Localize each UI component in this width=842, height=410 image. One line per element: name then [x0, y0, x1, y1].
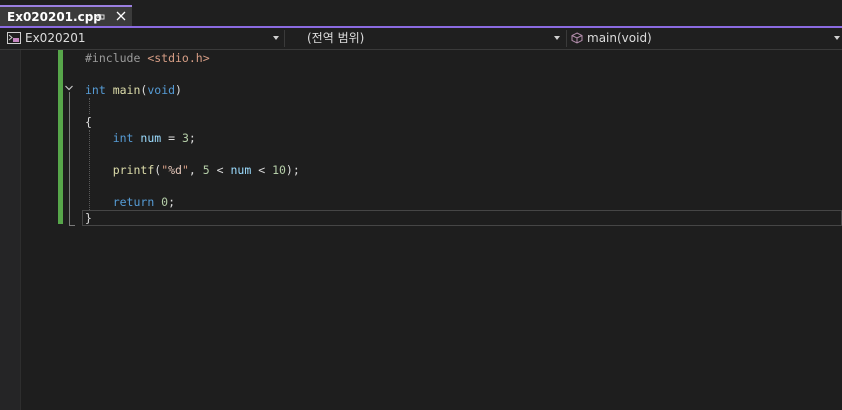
code-token: { — [85, 115, 92, 129]
indent-guide — [89, 98, 90, 114]
project-dropdown[interactable]: Ex020201 — [0, 28, 283, 49]
chevron-down-icon[interactable] — [273, 36, 279, 40]
current-line-highlight — [82, 210, 842, 226]
code-token: void — [147, 83, 176, 97]
code-line[interactable]: int main(void) — [85, 82, 182, 98]
member-label: main(void) — [587, 31, 652, 45]
project-name: Ex020201 — [25, 31, 86, 45]
code-token: " — [181, 163, 189, 177]
code-token: %d — [168, 163, 182, 177]
code-editor[interactable]: #include <stdio.h> int main(void) { int nu… — [0, 50, 842, 410]
code-line[interactable]: return 0; — [85, 194, 175, 210]
code-token: ) — [175, 83, 182, 97]
navigation-bar: Ex020201 (전역 범위) main(void) — [0, 28, 842, 50]
scope-label: (전역 범위) — [307, 31, 365, 45]
code-token: main — [112, 83, 141, 97]
tab-title[interactable]: Ex020201.cpp — [7, 9, 102, 25]
project-icon — [7, 32, 21, 44]
code-token: ); — [285, 163, 300, 177]
document-tab-strip: Ex020201.cpp — [0, 0, 842, 28]
pin-icon[interactable] — [96, 12, 106, 22]
code-token: int — [112, 131, 141, 145]
chevron-down-icon[interactable] — [554, 36, 560, 40]
change-tracking-bar — [58, 50, 63, 224]
code-token: ; — [188, 131, 196, 145]
member-dropdown[interactable]: main(void) — [567, 28, 842, 49]
code-line[interactable]: } — [85, 210, 92, 226]
glyph-margin[interactable] — [0, 50, 21, 410]
code-token: } — [85, 211, 92, 225]
code-line[interactable]: { — [85, 114, 92, 130]
outline-line — [69, 92, 70, 226]
chevron-down-icon[interactable] — [834, 36, 840, 40]
code-token: = — [161, 131, 182, 145]
code-token: , — [188, 163, 203, 177]
code-token: 5 — [202, 163, 210, 177]
code-line[interactable]: #include <stdio.h> — [85, 50, 210, 66]
code-token: 3 — [181, 131, 189, 145]
code-token: <stdio.h> — [147, 51, 210, 65]
close-icon[interactable] — [114, 9, 128, 23]
outline-end — [69, 225, 75, 226]
code-token: < — [251, 163, 273, 177]
code-token: num — [140, 131, 162, 145]
cube-icon — [571, 32, 583, 44]
code-token: < — [209, 163, 231, 177]
code-token: 10 — [272, 163, 286, 177]
tab-ex020201-cpp[interactable]: Ex020201.cpp — [0, 5, 132, 27]
code-token: num — [230, 163, 252, 177]
code-token: ; — [168, 195, 176, 209]
code-token: return — [112, 195, 162, 209]
code-token: printf — [112, 163, 155, 177]
code-line[interactable]: int num = 3; — [85, 130, 196, 146]
code-line[interactable]: printf("%d", 5 < num < 10); — [85, 162, 300, 178]
code-token: int — [85, 83, 113, 97]
code-token: #include — [85, 51, 148, 65]
scope-dropdown[interactable]: (전역 범위) — [285, 28, 565, 49]
